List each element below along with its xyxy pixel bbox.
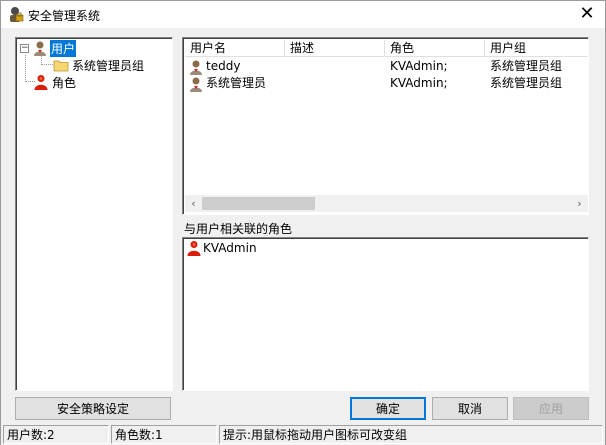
role-count-status: 角色数:1: [111, 425, 217, 444]
user-count-status: 用户数:2: [3, 425, 109, 444]
table-header: 用户名 描述 角色 用户组: [185, 40, 588, 57]
scroll-left-icon[interactable]: ‹: [185, 195, 202, 212]
user-description: [285, 58, 385, 75]
scroll-right-icon[interactable]: ›: [571, 195, 588, 212]
window-title: 安全管理系统: [28, 9, 101, 23]
associated-roles-label: 与用户相关联的角色: [184, 222, 293, 236]
user-role: KVAdmin;: [390, 59, 448, 73]
role-icon: [187, 241, 201, 256]
horizontal-scrollbar[interactable]: ‹ ›: [185, 195, 588, 212]
collapse-icon[interactable]: −: [20, 43, 29, 53]
user-group: 系统管理员组: [490, 76, 563, 90]
role-name: KVAdmin: [203, 241, 257, 255]
tree-item-admin-group[interactable]: 系统管理员组: [53, 57, 145, 73]
user-icon: [34, 41, 46, 56]
column-header-username[interactable]: 用户名: [185, 40, 285, 57]
apply-button[interactable]: 应用: [513, 397, 589, 420]
tree-item-roles-label: 角色: [52, 75, 77, 90]
ok-button[interactable]: 确定: [350, 397, 426, 420]
list-item[interactable]: KVAdmin: [186, 240, 257, 256]
security-management-window: 安全管理系统 ✕ − 用户 系统管理员组 角色 用户名 描述 角色 用户组 te…: [0, 0, 606, 445]
title-bar: 安全管理系统 ✕: [1, 1, 605, 28]
user-icon: [190, 77, 202, 92]
group-tree[interactable]: − 用户 系统管理员组 角色: [15, 37, 173, 391]
user-name: teddy: [206, 59, 241, 73]
user-role: KVAdmin;: [390, 76, 448, 90]
associated-roles-list[interactable]: KVAdmin: [182, 237, 589, 391]
user-icon: [190, 60, 202, 75]
app-icon: [10, 7, 24, 22]
security-policy-button[interactable]: 安全策略设定: [15, 397, 171, 420]
folder-icon: [53, 60, 69, 72]
hint-status: 提示:用鼠标拖动用户图标可改变组: [219, 425, 603, 444]
close-icon: ✕: [579, 3, 595, 24]
close-button[interactable]: ✕: [575, 3, 599, 25]
user-name: 系统管理员: [206, 76, 267, 90]
tree-item-users-label: 用户: [50, 39, 77, 57]
table-row[interactable]: teddy KVAdmin; 系统管理员组: [185, 58, 588, 75]
column-header-group[interactable]: 用户组: [485, 40, 588, 57]
role-icon: [34, 75, 48, 90]
column-header-description[interactable]: 描述: [285, 40, 385, 57]
tree-item-roles[interactable]: 角色: [33, 74, 77, 90]
scrollbar-thumb[interactable]: [202, 197, 315, 210]
column-header-role[interactable]: 角色: [385, 40, 485, 57]
cancel-button[interactable]: 取消: [432, 397, 508, 420]
tree-item-admin-group-label: 系统管理员组: [72, 58, 145, 73]
table-row[interactable]: 系统管理员 KVAdmin; 系统管理员组: [185, 75, 588, 92]
status-bar: 用户数:2 角色数:1 提示:用鼠标拖动用户图标可改变组: [1, 424, 605, 445]
user-group: 系统管理员组: [490, 59, 563, 73]
tree-item-users[interactable]: − 用户: [20, 39, 77, 57]
users-table[interactable]: 用户名 描述 角色 用户组 teddy KVAdmin; 系统管理员组 系统管理…: [182, 37, 589, 215]
user-description: [285, 75, 385, 92]
